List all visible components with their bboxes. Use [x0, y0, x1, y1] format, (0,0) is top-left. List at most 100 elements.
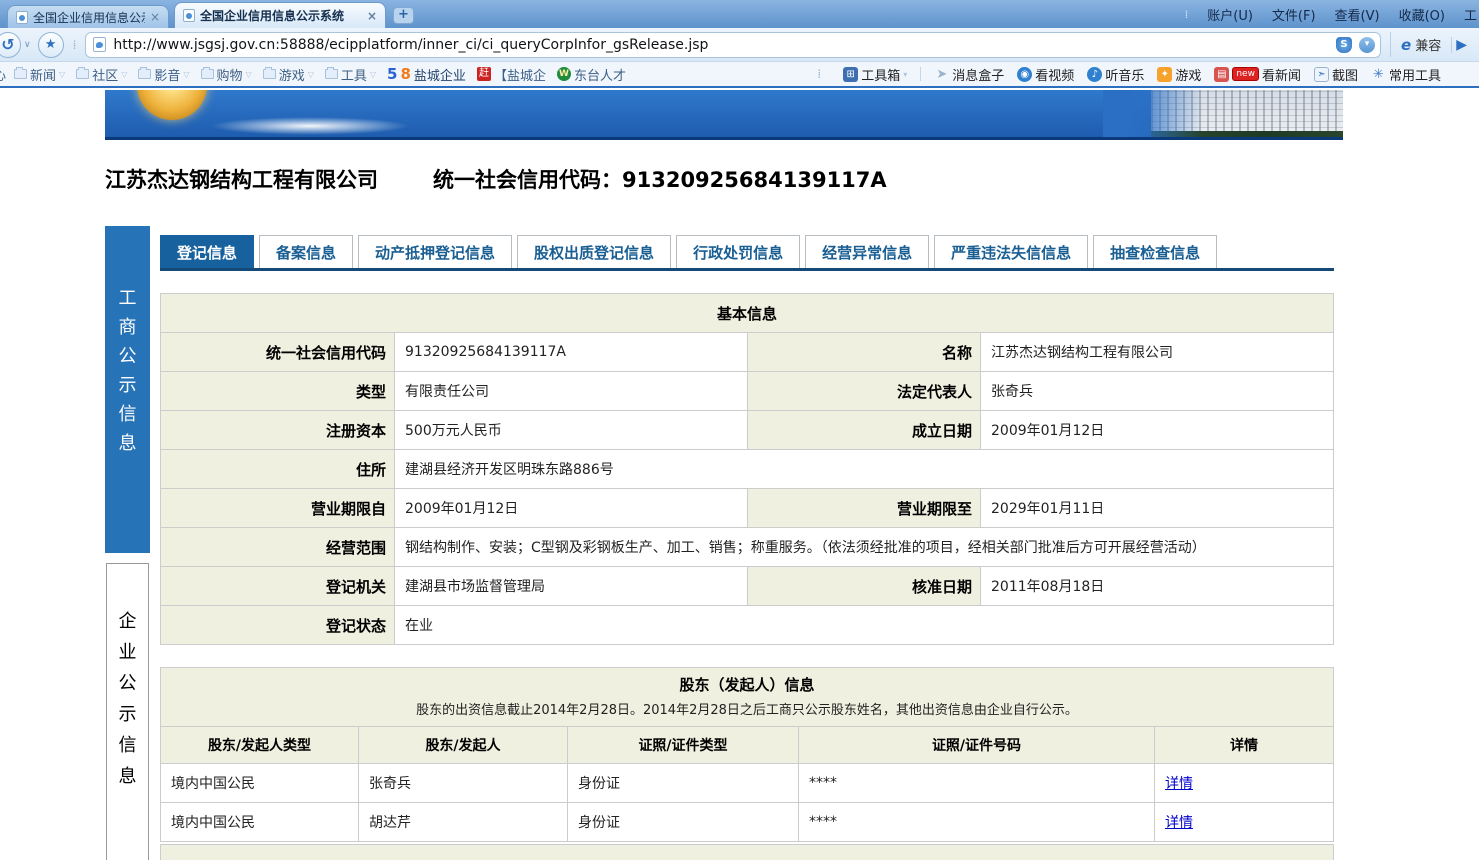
content-tab-行政处罚信息[interactable]: 行政处罚信息	[676, 235, 800, 268]
security-shield-icon[interactable]: S	[1336, 37, 1352, 53]
field-value: 在业	[395, 606, 1334, 645]
url-text[interactable]: http://www.jsgsj.gov.cn:58888/ecipplatfo…	[113, 37, 1329, 53]
menu-file[interactable]: 文件(F)	[1272, 5, 1316, 24]
browser-tab-2[interactable]: 全国企业信用信息公示系统 ×	[174, 2, 386, 28]
content-tab-抽查检查信息[interactable]: 抽查检查信息	[1093, 235, 1217, 268]
tool-label: 听音乐	[1105, 65, 1144, 84]
company-name: 江苏杰达钢结构工程有限公司	[105, 168, 378, 192]
browser-tab-title: 全国企业信用信息公示系统	[200, 7, 362, 24]
content-tab-股权出质登记信息[interactable]: 股权出质登记信息	[517, 235, 671, 268]
tab-close-icon[interactable]: ×	[367, 9, 377, 23]
bookmark-folder-购物[interactable]: 购物▽	[201, 65, 252, 84]
folder-icon	[201, 69, 214, 79]
go-button[interactable]: ▶	[1451, 37, 1479, 53]
menu-view[interactable]: 查看(V)	[1335, 5, 1380, 24]
column-header: 证照/证件号码	[799, 727, 1155, 764]
shareholder-row: 境内中国公民胡达芹身份证****详情	[161, 803, 1334, 842]
detail-cell: 详情	[1155, 764, 1334, 803]
new-tab-button[interactable]: +	[393, 7, 414, 24]
bookmark-label: 工具	[341, 65, 367, 84]
chevron-down-icon: ▽	[370, 70, 376, 79]
detail-cell: 详情	[1155, 803, 1334, 842]
toolbar-tools: ⊞工具箱▾ ➤消息盒子 ◉看视频 ♪听音乐 ✦游戏 ▤new看新闻 ➣截图 ✳常用工具	[830, 65, 1441, 84]
58-logo-5: 5	[387, 65, 397, 83]
menu-account[interactable]: 账户(U)	[1207, 5, 1253, 24]
column-header: 股东/发起人	[359, 727, 568, 764]
field-label: 法定代表人	[748, 372, 981, 411]
browser-tab-1[interactable]: 全国企业信用信息公示系... ×	[7, 5, 169, 28]
bookmark-ganji[interactable]: 赶 【盐城企	[477, 65, 546, 84]
toolbar-music-button[interactable]: ♪听音乐	[1087, 65, 1144, 84]
folder-icon	[76, 69, 89, 79]
content-tab-动产抵押登记信息[interactable]: 动产抵押登记信息	[358, 235, 512, 268]
banner-fade	[1103, 90, 1203, 140]
page-icon	[93, 37, 106, 52]
web-page: 江苏杰达钢结构工程有限公司统一社会信用代码：91320925684139117A…	[0, 88, 1479, 860]
field-value: 91320925684139117A	[395, 333, 748, 372]
bookmark-label: 社区	[92, 65, 118, 84]
tool-label: 常用工具	[1389, 65, 1441, 84]
browser-tab-title: 全国企业信用信息公示系...	[33, 9, 145, 26]
toolbar-arrow-button[interactable]: ➤消息盒子	[934, 65, 1004, 84]
tab-favicon	[183, 9, 195, 22]
address-bar[interactable]: http://www.jsgsj.gov.cn:58888/ecipplatfo…	[85, 32, 1381, 58]
sidebar-label: 企业公示信息	[118, 606, 137, 792]
bookmark-folder-影音[interactable]: 影音▽	[138, 65, 189, 84]
sidebar-label: 工商公示信息	[118, 284, 137, 458]
favorites-star-button[interactable]: ★	[38, 32, 64, 58]
field-label: 营业期限自	[161, 489, 395, 528]
chevron-down-icon: ▽	[121, 70, 127, 79]
field-label: 类型	[161, 372, 395, 411]
toolbar-shot-button[interactable]: ➣截图	[1314, 65, 1358, 84]
toolbar-news-button[interactable]: ▤new看新闻	[1214, 65, 1301, 84]
basic-info-row: 经营范围钢结构制作、安装；C型钢及彩钢板生产、加工、销售；称重服务。（依法须经批…	[161, 528, 1334, 567]
bookmark-folder-新闻[interactable]: 新闻▽	[14, 65, 65, 84]
detail-link[interactable]: 详情	[1165, 815, 1193, 831]
chevron-down-icon: ▾	[903, 70, 907, 79]
field-value: 张奇兵	[981, 372, 1334, 411]
toolbar-toolbox-button[interactable]: ⊞工具箱▾	[843, 65, 907, 84]
tool-label: 工具箱	[861, 65, 900, 84]
bookmark-partial[interactable]: 心	[0, 65, 6, 84]
bookmark-dongtai[interactable]: W 东台人才	[557, 65, 626, 84]
content-tab-登记信息[interactable]: 登记信息	[160, 235, 254, 268]
ie-icon: e	[1401, 36, 1411, 54]
detail-link[interactable]: 详情	[1165, 776, 1193, 792]
folder-icon	[14, 69, 27, 79]
banner-glow	[210, 117, 410, 135]
column-header: 股东/发起人类型	[161, 727, 359, 764]
menu-favorites[interactable]: 收藏(O)	[1399, 5, 1445, 24]
toolbar-video-button[interactable]: ◉看视频	[1017, 65, 1074, 84]
url-dropdown-icon[interactable]: ▾	[1359, 37, 1375, 53]
main-content: 登记信息备案信息动产抵押登记信息股权出质登记信息行政处罚信息经营异常信息严重违法…	[160, 235, 1334, 860]
toolbox-icon: ⊞	[843, 67, 858, 82]
field-label: 登记状态	[161, 606, 395, 645]
bookmark-folder-游戏[interactable]: 游戏▽	[263, 65, 314, 84]
back-dropdown-icon[interactable]: ∨	[24, 40, 31, 50]
menu-separator: ⁞	[1185, 8, 1189, 21]
toolbar-game-button[interactable]: ✦游戏	[1157, 65, 1201, 84]
ganji-icon: 赶	[477, 67, 491, 81]
content-tab-备案信息[interactable]: 备案信息	[259, 235, 353, 268]
bookmark-folder-社区[interactable]: 社区▽	[76, 65, 127, 84]
sidebar-item-gongshang-gongshi[interactable]: 工商公示信息	[105, 226, 150, 553]
bookmark-58yancheng[interactable]: 58 盐城企业	[387, 65, 466, 84]
toolbar-utils-button[interactable]: ✳常用工具	[1371, 65, 1441, 84]
shareholders-title: 股东（发起人）信息	[161, 674, 1333, 695]
content-tab-经营异常信息[interactable]: 经营异常信息	[805, 235, 929, 268]
bookmark-label: 盐城企业	[414, 65, 466, 84]
field-label: 核准日期	[748, 567, 981, 606]
bookmark-label: 新闻	[30, 65, 56, 84]
bookmark-folder-工具[interactable]: 工具▽	[325, 65, 376, 84]
back-button[interactable]: ↺	[0, 32, 21, 58]
sidebar-item-qiye-gongshi[interactable]: 企业公示信息	[106, 563, 149, 860]
field-value: 建湖县经济开发区明珠东路886号	[395, 450, 1334, 489]
compat-mode-button[interactable]: e 兼容	[1390, 32, 1451, 57]
field-value: 建湖县市场监督管理局	[395, 567, 748, 606]
field-label: 经营范围	[161, 528, 395, 567]
tab-underline	[160, 268, 1334, 271]
tab-close-icon[interactable]: ×	[150, 10, 160, 24]
content-tab-严重违法失信信息[interactable]: 严重违法失信信息	[934, 235, 1088, 268]
menu-tools-partial[interactable]: 工	[1464, 5, 1477, 24]
compat-label: 兼容	[1415, 35, 1441, 54]
